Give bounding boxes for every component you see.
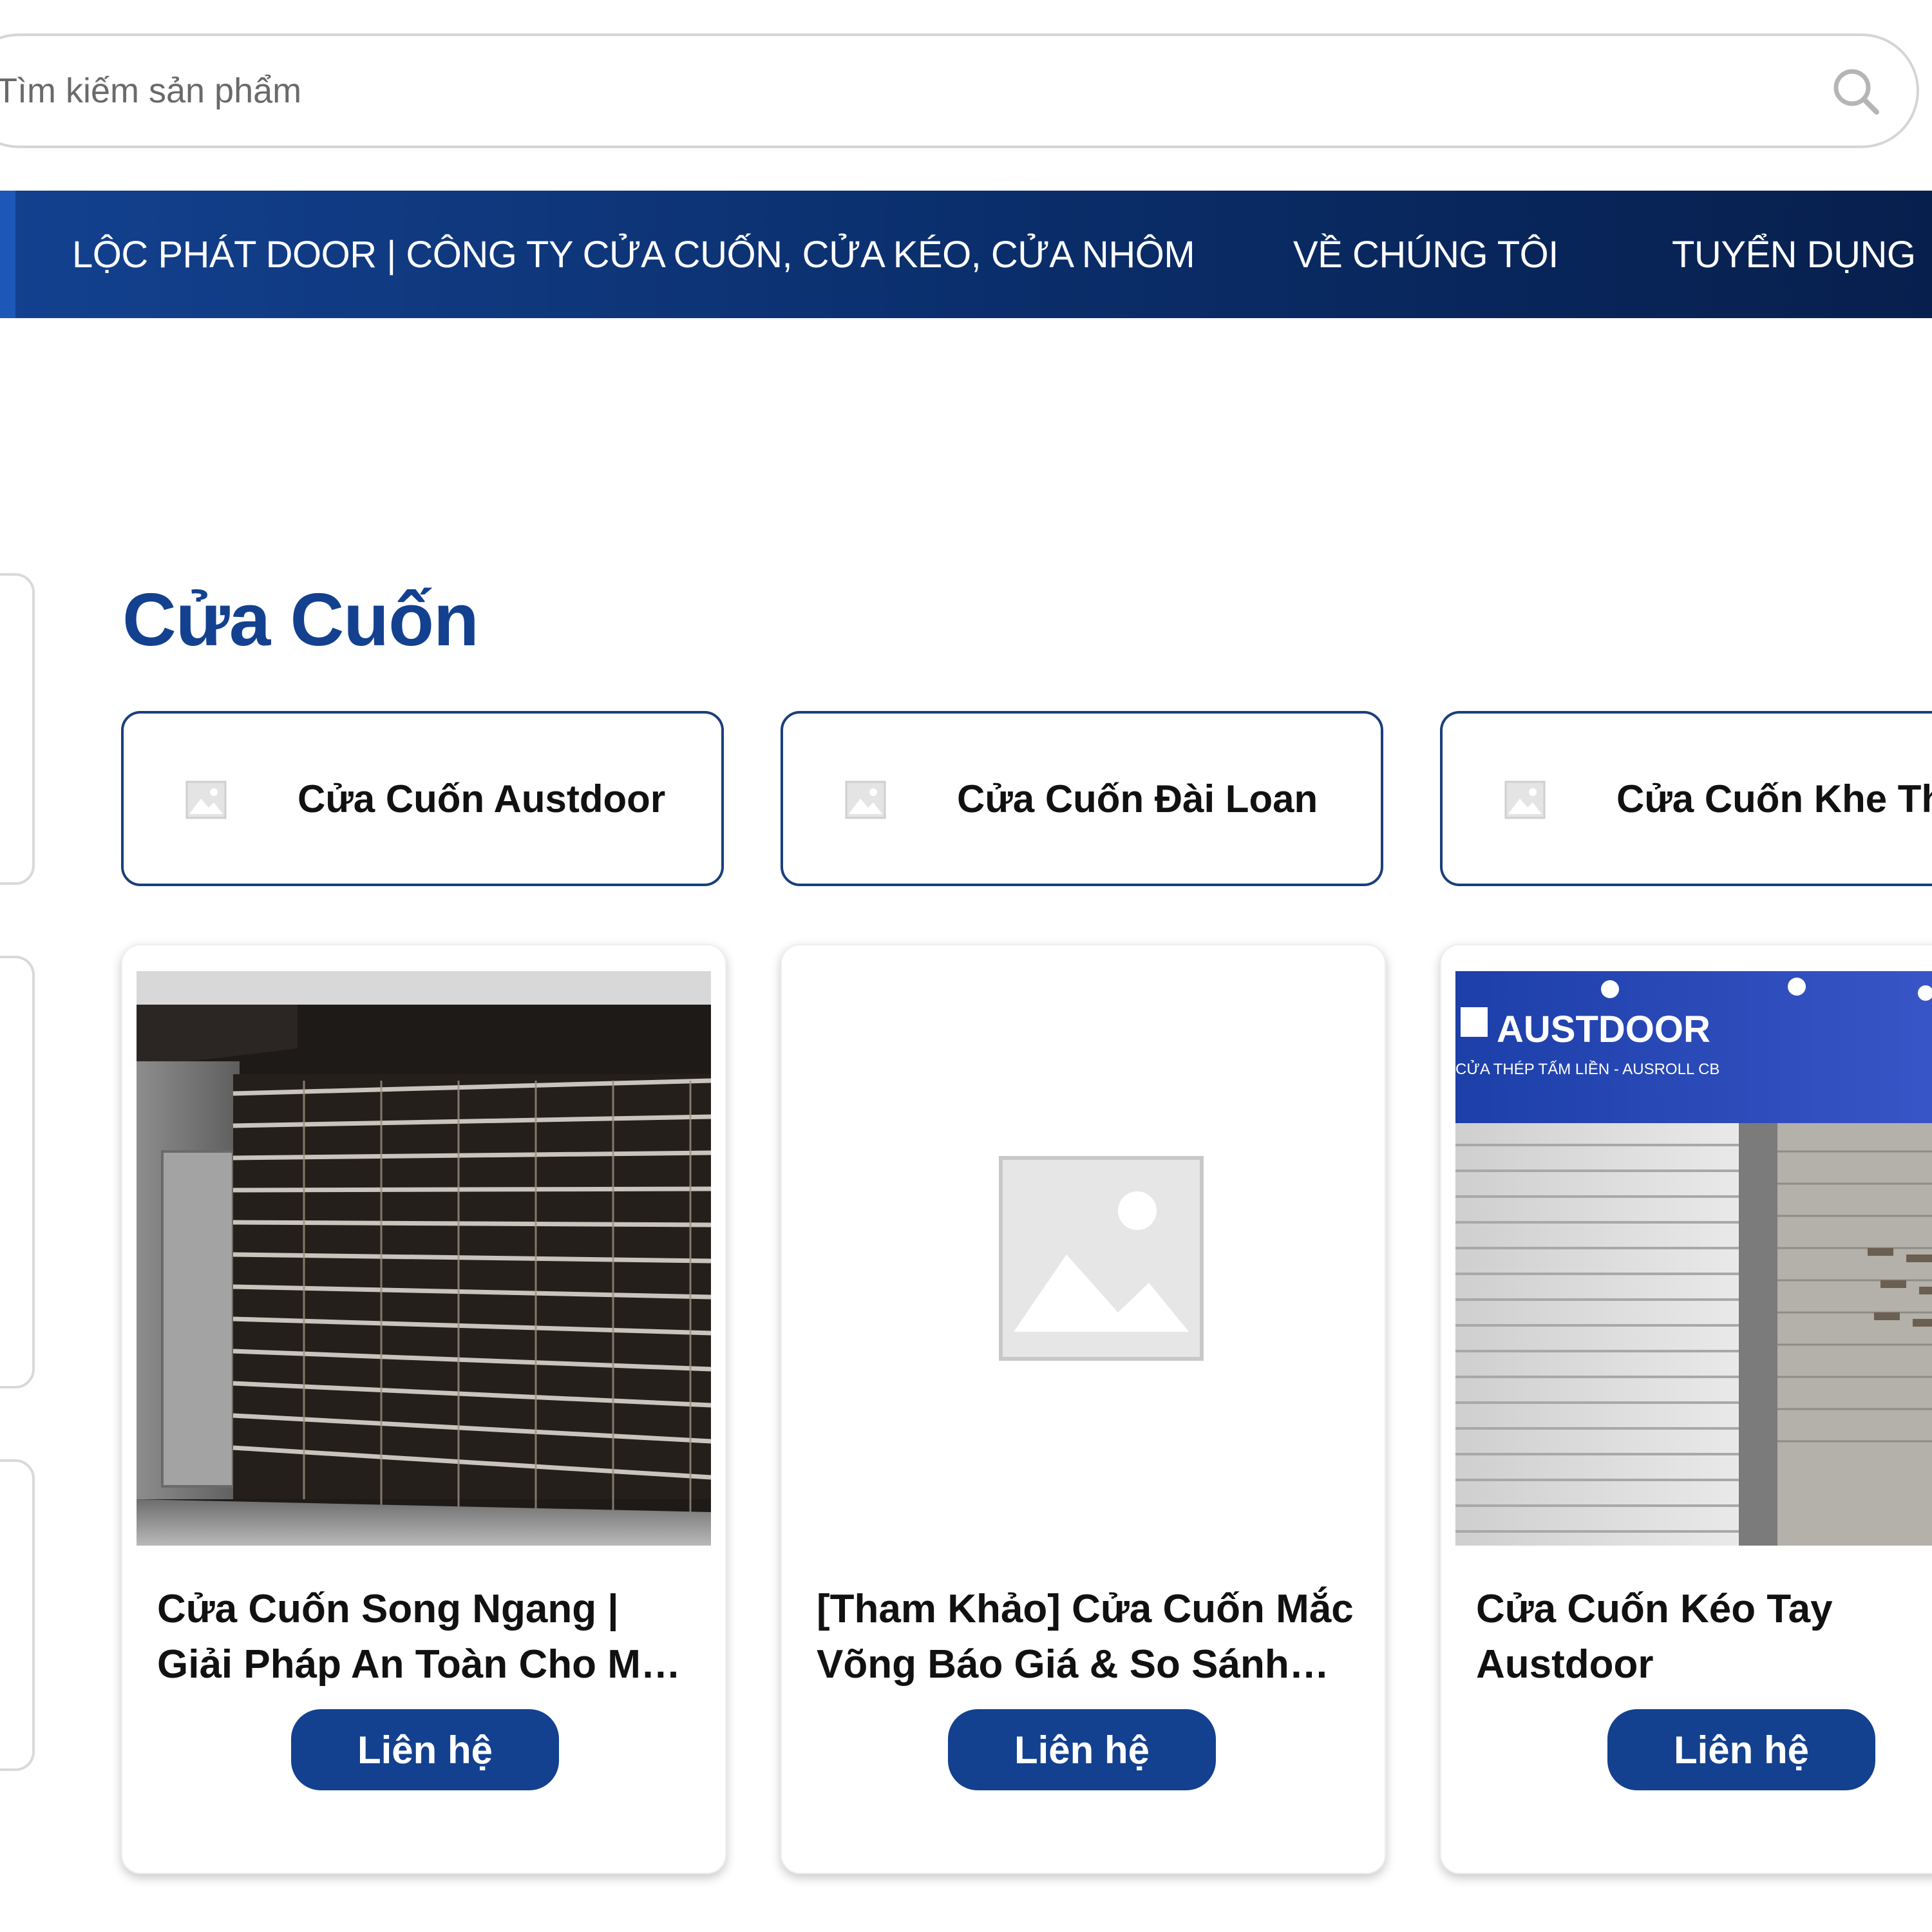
sidebar-card [0,956,35,1388]
product-title[interactable]: Cửa Cuốn Kéo Tay Austdoor [1476,1582,1932,1692]
search-input[interactable] [0,36,1832,146]
product-card[interactable]: AUSTDOOR CỬA THÉP TẤM LIỀN - AUSROLL CB [1440,944,1932,1874]
category-chip-austdoor[interactable]: Cửa Cuốn Austdoor [121,711,724,886]
product-card[interactable]: Cửa Cuốn Song Ngang | Giải Pháp An Toàn … [121,944,726,1874]
product-title[interactable]: Cửa Cuốn Song Ngang | Giải Pháp An Toàn … [157,1582,698,1692]
product-image[interactable]: AUSTDOOR CỬA THÉP TẤM LIỀN - AUSROLL CB [1455,971,1932,1546]
image-placeholder-icon [185,781,227,819]
category-chip-label: Cửa Cuốn Austdoor [298,777,666,820]
austdoor-showroom-photo: AUSTDOOR CỬA THÉP TẤM LIỀN - AUSROLL CB [1455,971,1932,1546]
product-image[interactable] [137,971,711,1546]
category-chip-dai-loan[interactable]: Cửa Cuốn Đài Loan [781,711,1383,886]
category-chip-label: Cửa Cuốn Đài Loan [957,777,1318,820]
rolling-grille-photo [137,971,711,1546]
sidebar-card [0,573,35,885]
image-placeholder-icon [845,781,886,819]
category-chip-khe-thoang[interactable]: Cửa Cuốn Khe Thoáng [1440,711,1932,886]
image-placeholder-icon [796,971,1370,1546]
search-bar [0,33,1919,148]
main-nav: LỘC PHÁT DOOR | CÔNG TY CỬA CUỐN, CỬA KÉ… [0,191,1932,318]
nav-item-careers[interactable]: TUYỂN DỤNG [1672,191,1916,318]
page-title: Cửa Cuốn [122,578,479,661]
nav-item-home[interactable]: LỘC PHÁT DOOR | CÔNG TY CỬA CUỐN, CỬA KÉ… [72,191,1195,318]
image-placeholder-icon [1504,781,1546,819]
category-chip-label: Cửa Cuốn Khe Thoáng [1616,777,1932,820]
search-icon [1833,69,1879,115]
sidebar-card [0,1459,35,1771]
contact-button[interactable]: Liên hệ [948,1709,1216,1790]
search-button[interactable] [1825,61,1887,122]
product-title[interactable]: [Tham Khảo] Cửa Cuốn Mắc Võng Báo Giá & … [817,1582,1358,1692]
product-card[interactable]: [Tham Khảo] Cửa Cuốn Mắc Võng Báo Giá & … [781,944,1386,1874]
contact-button[interactable]: Liên hệ [291,1709,559,1790]
photo-sub-text: CỬA THÉP TẤM LIỀN - AUSROLL CB [1455,1059,1719,1078]
product-image[interactable] [796,971,1370,1546]
nav-item-about[interactable]: VỀ CHÚNG TÔI [1293,191,1558,318]
photo-brand-text: AUSTDOOR [1497,1009,1710,1050]
contact-button[interactable]: Liên hệ [1607,1709,1875,1790]
nav-accent [0,191,15,318]
